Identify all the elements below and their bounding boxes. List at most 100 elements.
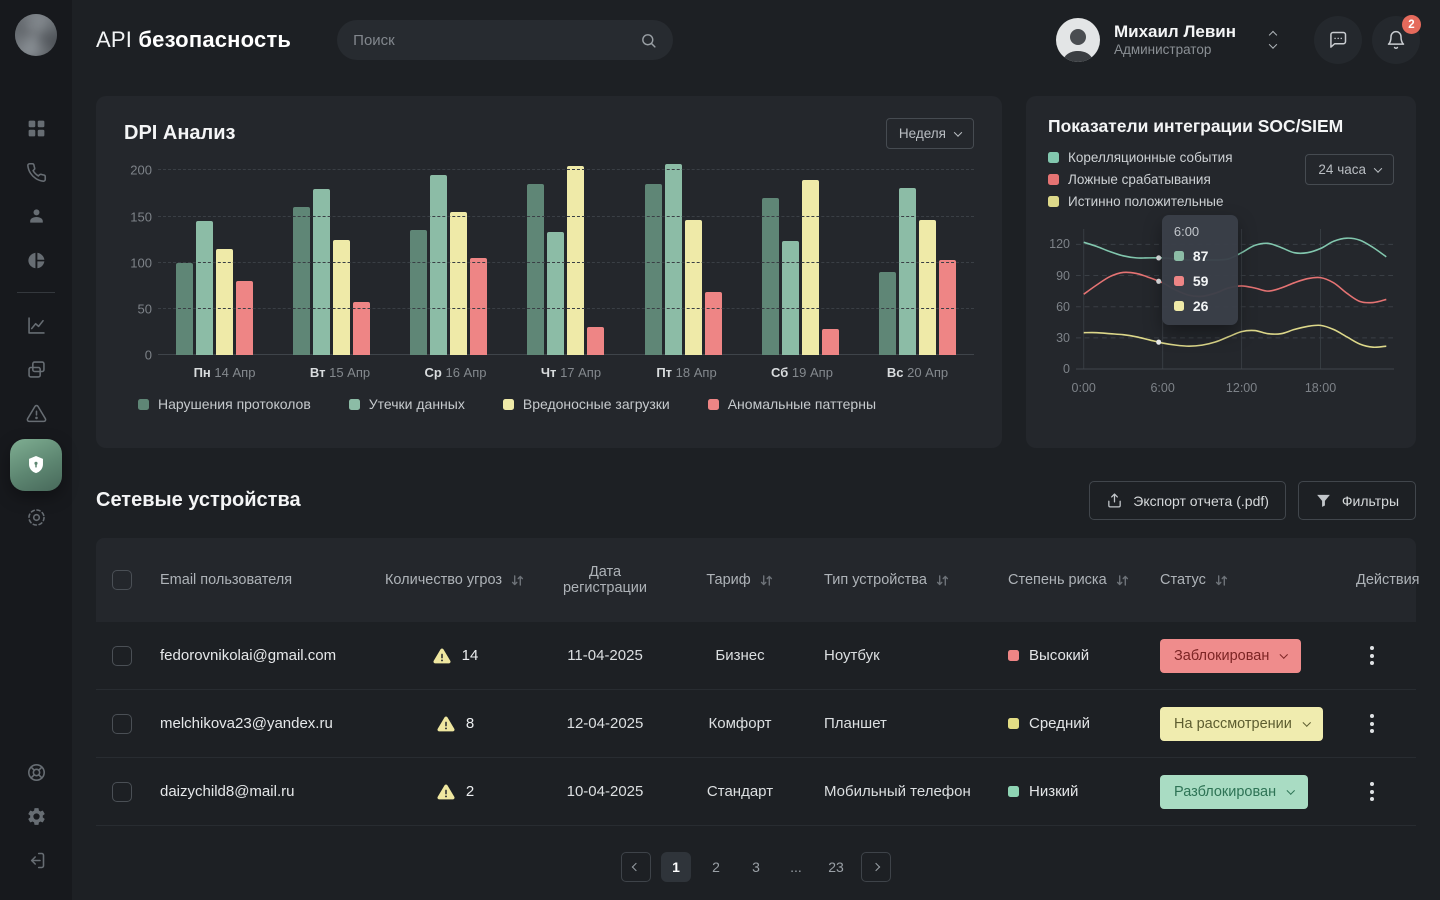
export-label: Экспорт отчета (.pdf) xyxy=(1133,493,1269,509)
tooltip-swatch xyxy=(1174,251,1184,261)
status-pill[interactable]: Заблокирован xyxy=(1160,639,1301,673)
messages-button[interactable] xyxy=(1314,16,1362,64)
soc-period-select[interactable]: 24 часа xyxy=(1305,154,1394,185)
dpi-period-select[interactable]: Неделя xyxy=(886,118,974,149)
bar-group xyxy=(879,188,956,355)
sidebar-item-dashboard[interactable] xyxy=(14,106,58,150)
legend-item: Аномальные паттерны xyxy=(708,396,876,412)
soc-y-axis: 0306090120 xyxy=(1048,223,1076,373)
sort-icon[interactable] xyxy=(510,573,525,588)
status-pill[interactable]: Разблокирован xyxy=(1160,775,1308,809)
sidebar-nav xyxy=(10,106,62,539)
filter-icon xyxy=(1315,492,1332,509)
bar xyxy=(879,272,896,355)
sidebar-divider xyxy=(17,292,55,293)
page-number-2[interactable]: 2 xyxy=(701,852,731,882)
sidebar-item-pie-chart[interactable] xyxy=(14,238,58,282)
sidebar-item-screens[interactable] xyxy=(14,347,58,391)
sidebar-item-analytics[interactable] xyxy=(14,303,58,347)
row-checkbox[interactable] xyxy=(112,714,132,734)
actions-cell xyxy=(1356,708,1416,739)
bar xyxy=(822,329,839,355)
risk-swatch xyxy=(1008,650,1019,661)
sidebar-item-settings[interactable] xyxy=(14,794,58,838)
search-icon xyxy=(640,32,657,49)
page-number-23[interactable]: 23 xyxy=(821,852,851,882)
sort-icon[interactable] xyxy=(759,573,774,588)
y-tick-label: 60 xyxy=(1056,300,1070,314)
chevron-down-icon xyxy=(1269,40,1277,48)
sidebar-item-shield[interactable] xyxy=(10,439,62,491)
alerts-icon xyxy=(26,403,47,424)
email-cell: melchikova23@yandex.ru xyxy=(160,715,380,732)
filters-button[interactable]: Фильтры xyxy=(1298,481,1416,520)
select-all-checkbox[interactable] xyxy=(112,570,132,590)
filters-label: Фильтры xyxy=(1342,493,1399,509)
sidebar-item-alerts[interactable] xyxy=(14,391,58,435)
row-checkbox[interactable] xyxy=(112,782,132,802)
pie-chart-icon xyxy=(26,250,47,271)
warning-icon xyxy=(436,782,456,802)
sidebar-item-network[interactable] xyxy=(14,495,58,539)
threats-cell: 14 xyxy=(380,646,530,666)
status-pill[interactable]: На рассмотрении xyxy=(1160,707,1323,741)
table-row: melchikova23@yandex.ru 8 12-04-2025 Комф… xyxy=(96,690,1416,758)
bar xyxy=(313,189,330,355)
sidebar-item-users[interactable] xyxy=(14,194,58,238)
row-checkbox[interactable] xyxy=(112,646,132,666)
threat-count: 14 xyxy=(462,647,479,664)
legend-item: Вредоносные загрузки xyxy=(503,396,670,412)
legend-swatch xyxy=(708,399,719,410)
sidebar-item-support[interactable] xyxy=(14,750,58,794)
legend-swatch xyxy=(138,399,149,410)
sidebar-item-logout[interactable] xyxy=(14,838,58,882)
phone-icon xyxy=(26,162,47,183)
tooltip-time: 6:00 xyxy=(1174,224,1226,239)
col-tariff: Тариф xyxy=(680,572,800,588)
bar-group xyxy=(527,166,604,355)
sort-icon[interactable] xyxy=(935,573,950,588)
user-menu-toggle[interactable] xyxy=(1270,32,1276,49)
dpi-x-axis: Пн 14 АпрВт 15 АпрСр 16 АпрЧт 17 АпрПт 1… xyxy=(168,365,974,380)
soc-x-axis: 0:006:0012:0018:00 xyxy=(1076,381,1394,399)
export-report-button[interactable]: Экспорт отчета (.pdf) xyxy=(1089,481,1286,520)
page-number-3[interactable]: 3 xyxy=(741,852,771,882)
sidebar-item-phone[interactable] xyxy=(14,150,58,194)
sort-icon[interactable] xyxy=(1214,573,1229,588)
gridline xyxy=(158,169,974,170)
warning-icon xyxy=(436,714,456,734)
device-cell: Ноутбук xyxy=(800,647,1000,664)
user-name: Михаил Левин xyxy=(1114,21,1236,42)
dpi-period-value: Неделя xyxy=(899,126,946,141)
col-actions: Действия xyxy=(1356,572,1436,588)
date-cell: 10-04-2025 xyxy=(530,783,680,800)
x-tick-label: 12:00 xyxy=(1226,381,1257,395)
page-number-1[interactable]: 1 xyxy=(661,852,691,882)
analytics-icon xyxy=(26,315,47,336)
row-menu-button[interactable] xyxy=(1360,708,1384,739)
bar xyxy=(567,166,584,355)
tooltip-row: 87 xyxy=(1174,248,1226,264)
legend-item: Утечки данных xyxy=(349,396,465,412)
chevron-down-icon xyxy=(1280,650,1288,658)
row-menu-button[interactable] xyxy=(1360,776,1384,807)
next-page-button[interactable] xyxy=(861,852,891,882)
tooltip-swatch xyxy=(1174,301,1184,311)
sort-icon[interactable] xyxy=(1115,573,1130,588)
sidebar xyxy=(0,0,72,900)
bar-group xyxy=(293,189,370,355)
notifications-button[interactable]: 2 xyxy=(1372,16,1420,64)
soc-period-value: 24 часа xyxy=(1318,162,1366,177)
legend-item: Истинно положительные xyxy=(1048,194,1394,209)
legend-swatch xyxy=(503,399,514,410)
prev-page-button[interactable] xyxy=(621,852,651,882)
chevron-down-icon xyxy=(1287,786,1295,794)
legend-swatch xyxy=(1048,196,1059,207)
pagination: 123...23 xyxy=(96,852,1416,882)
tooltip-value: 26 xyxy=(1193,298,1209,314)
row-menu-button[interactable] xyxy=(1360,640,1384,671)
search-input[interactable] xyxy=(353,32,640,49)
bar-group xyxy=(410,175,487,355)
risk-swatch xyxy=(1008,718,1019,729)
y-tick-label: 150 xyxy=(130,209,152,224)
